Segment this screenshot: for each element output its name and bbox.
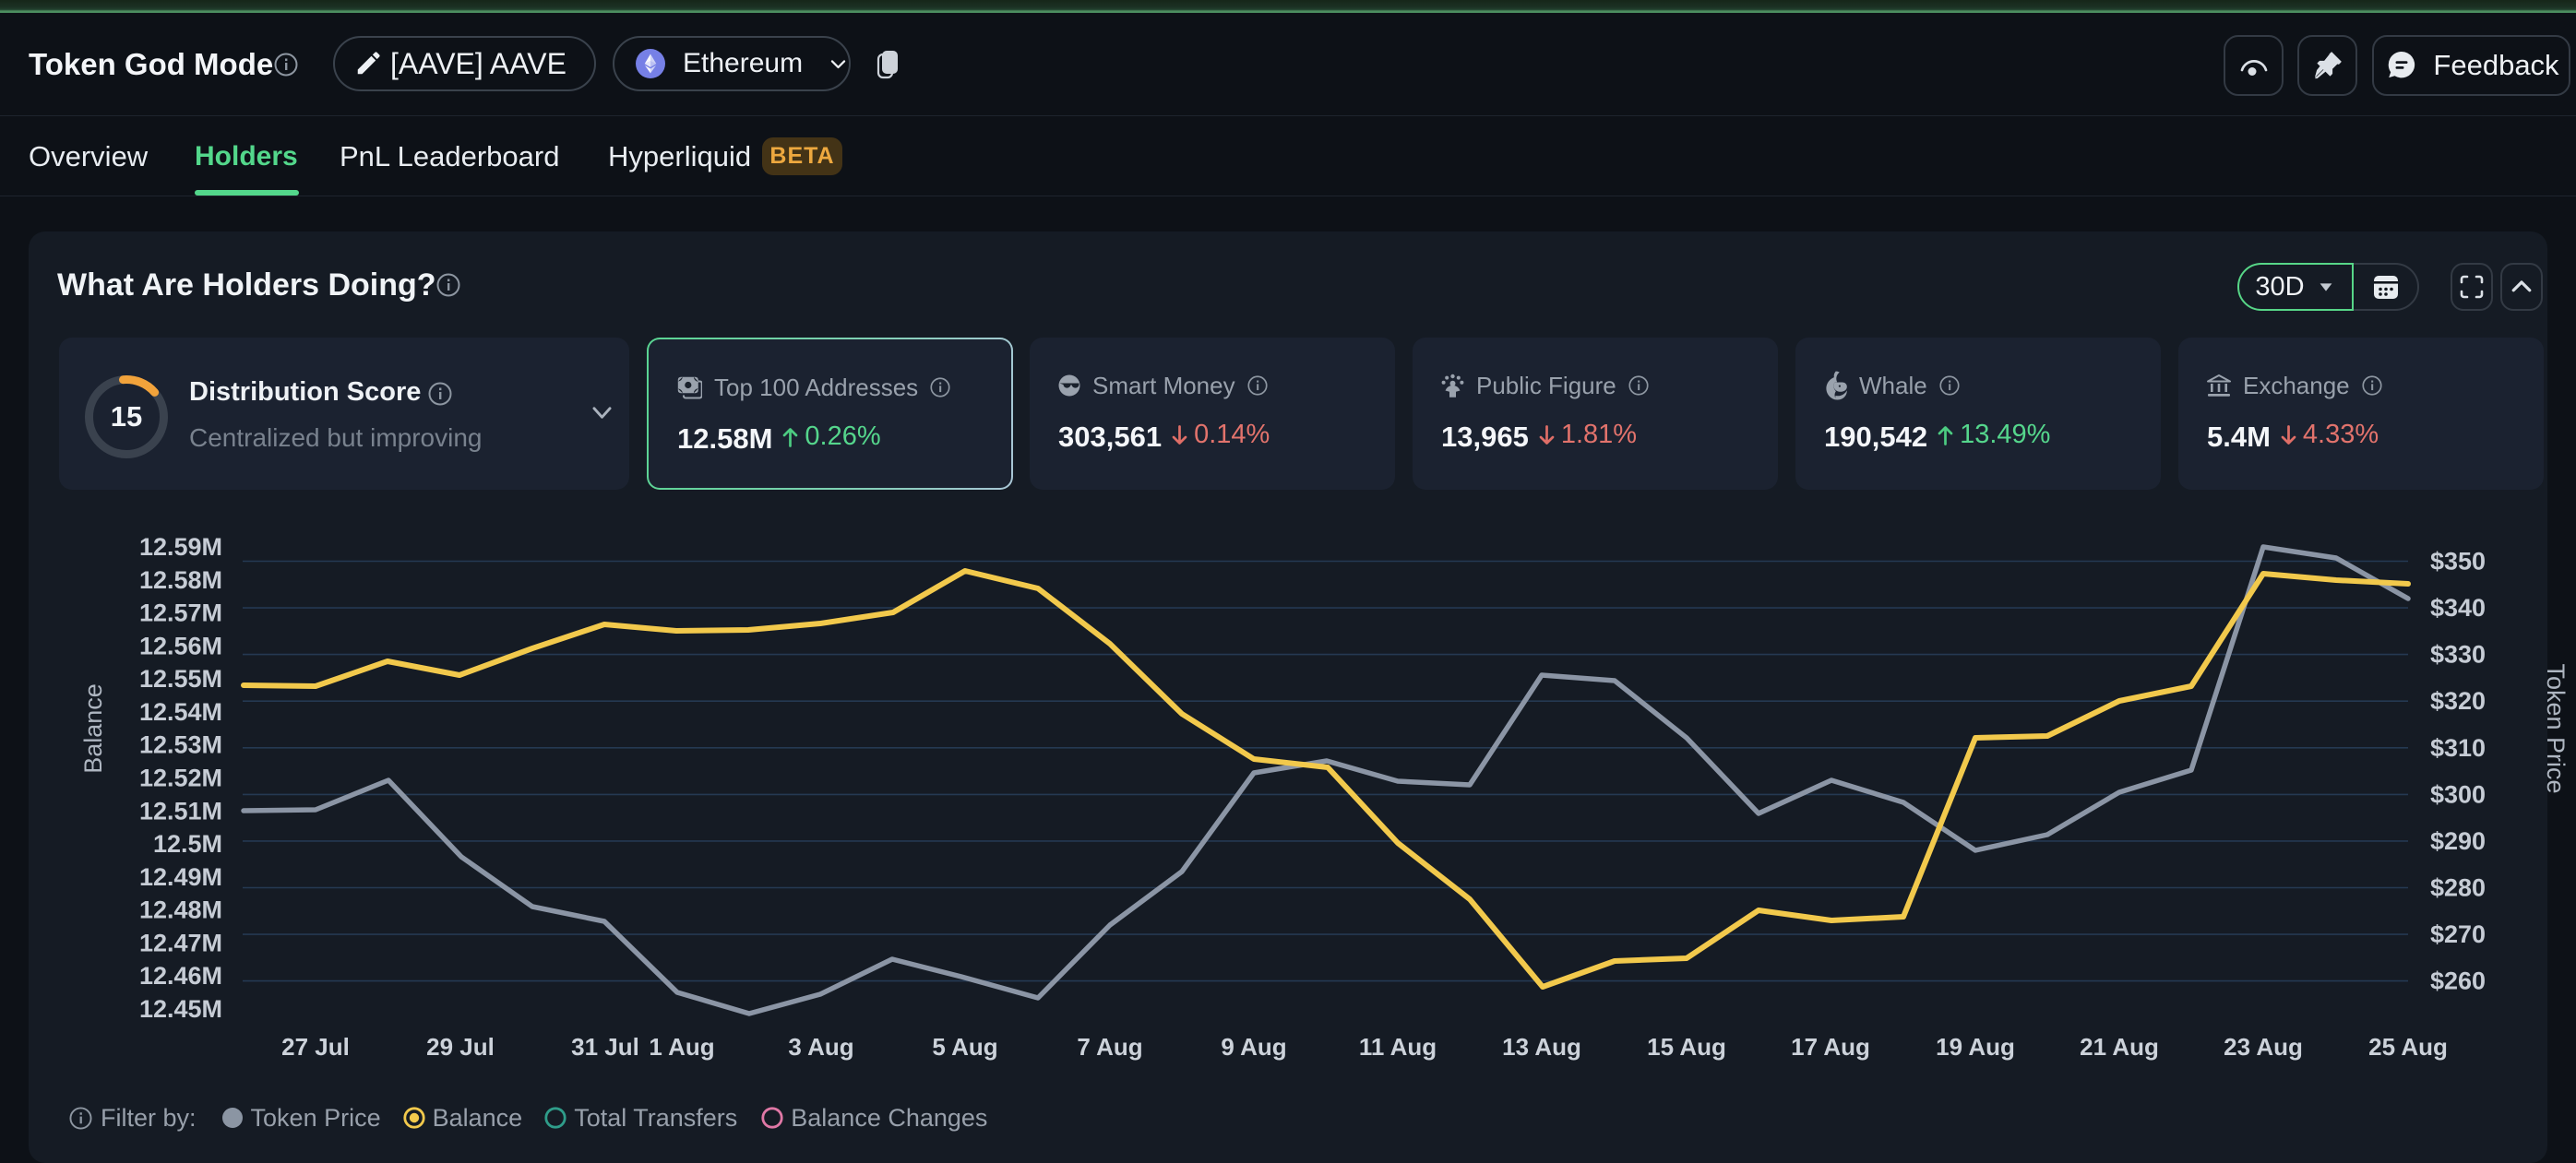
svg-text:12.53M: 12.53M — [139, 731, 222, 759]
svg-text:25 Aug: 25 Aug — [2368, 1033, 2448, 1061]
svg-text:19 Aug: 19 Aug — [1936, 1033, 2015, 1061]
svg-text:$310: $310 — [2430, 734, 2486, 762]
svg-text:5 Aug: 5 Aug — [932, 1033, 997, 1061]
svg-text:12.47M: 12.47M — [139, 929, 222, 956]
svg-text:$320: $320 — [2430, 687, 2486, 715]
svg-text:1 Aug: 1 Aug — [649, 1033, 714, 1061]
svg-text:13 Aug: 13 Aug — [1502, 1033, 1581, 1061]
svg-text:12.56M: 12.56M — [139, 632, 222, 659]
svg-text:12.5M: 12.5M — [153, 830, 222, 858]
svg-text:12.55M: 12.55M — [139, 665, 222, 693]
svg-text:$290: $290 — [2430, 827, 2486, 855]
svg-text:12.59M: 12.59M — [139, 533, 222, 561]
svg-text:12.52M: 12.52M — [139, 765, 222, 792]
svg-text:17 Aug: 17 Aug — [1791, 1033, 1870, 1061]
svg-text:21 Aug: 21 Aug — [2080, 1033, 2159, 1061]
svg-text:Balance: Balance — [79, 683, 107, 774]
svg-text:$280: $280 — [2430, 874, 2486, 902]
svg-text:11 Aug: 11 Aug — [1359, 1033, 1437, 1061]
svg-text:12.58M: 12.58M — [139, 566, 222, 594]
svg-text:31 Jul: 31 Jul — [571, 1033, 639, 1061]
svg-text:12.45M: 12.45M — [139, 995, 222, 1023]
svg-text:12.54M: 12.54M — [139, 698, 222, 726]
svg-text:9 Aug: 9 Aug — [1221, 1033, 1286, 1061]
svg-text:$260: $260 — [2430, 967, 2486, 995]
svg-text:$350: $350 — [2430, 548, 2486, 576]
svg-text:$270: $270 — [2430, 920, 2486, 948]
svg-text:$300: $300 — [2430, 780, 2486, 808]
svg-text:12.51M: 12.51M — [139, 797, 222, 825]
svg-text:$330: $330 — [2430, 641, 2486, 669]
svg-text:12.49M: 12.49M — [139, 863, 222, 891]
svg-text:7 Aug: 7 Aug — [1077, 1033, 1142, 1061]
svg-text:12.48M: 12.48M — [139, 896, 222, 924]
svg-text:29 Jul: 29 Jul — [426, 1033, 495, 1061]
svg-text:15 Aug: 15 Aug — [1647, 1033, 1726, 1061]
svg-text:23 Aug: 23 Aug — [2224, 1033, 2303, 1061]
svg-text:3 Aug: 3 Aug — [788, 1033, 853, 1061]
svg-text:Token Price: Token Price — [2542, 663, 2570, 793]
svg-text:12.46M: 12.46M — [139, 962, 222, 990]
svg-text:27 Jul: 27 Jul — [281, 1033, 350, 1061]
svg-text:$340: $340 — [2430, 594, 2486, 622]
svg-text:12.57M: 12.57M — [139, 599, 222, 627]
